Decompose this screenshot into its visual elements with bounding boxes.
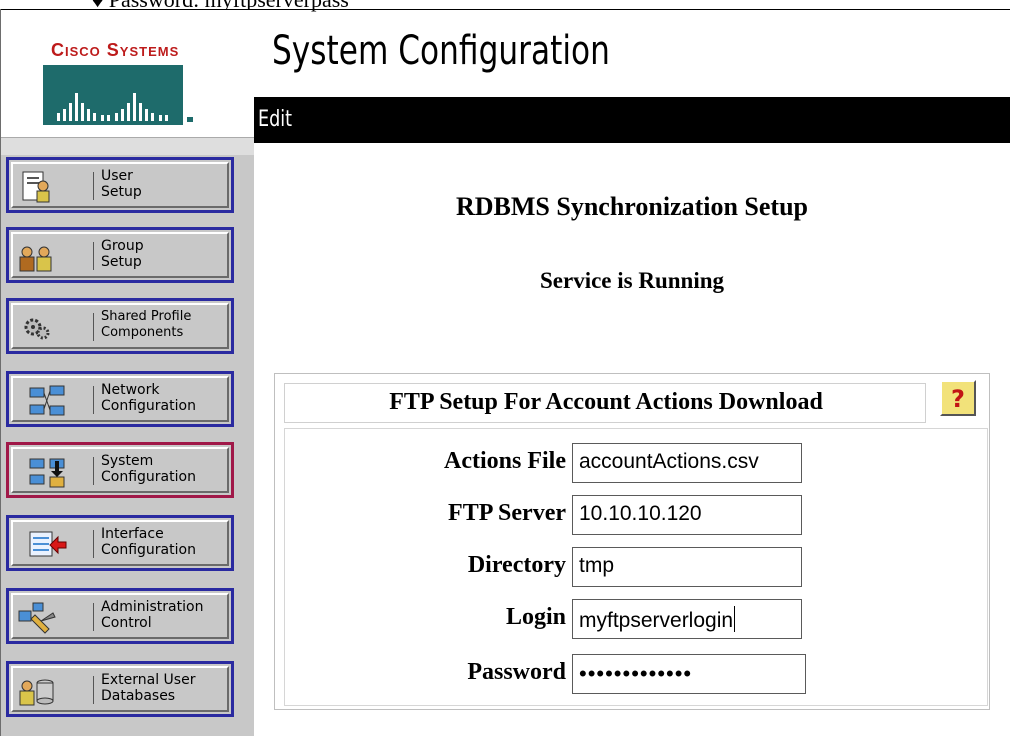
group-setup-icon [19,246,52,272]
text-caret [734,606,736,632]
nav-network-configuration-button[interactable]: Network Configuration [6,371,234,427]
nav-shared-profile-components-button[interactable]: Shared Profile Components [6,298,234,354]
ftp-setup-header: FTP Setup For Account Actions Download [284,383,926,423]
nav-item-label: System Configuration [101,453,196,485]
system-config-icon [29,458,65,488]
user-setup-icon [22,171,50,203]
gears-icon [24,318,50,340]
password-label: Password [467,659,566,685]
nav-item-label: Network Configuration [101,382,196,414]
password-value: ••••••••••••• [579,661,693,686]
ftp-setup-title: FTP Setup For Account Actions Download [389,389,823,415]
nav-external-user-databases-button[interactable]: External User Databases [6,661,234,717]
directory-value: tmp [579,554,615,577]
nav-system-configuration-button[interactable]: System Configuration [6,442,234,498]
administration-icon [18,602,56,634]
cisco-logo-text: Cisco Systems [51,40,180,60]
ftp-server-value: 10.10.10.120 [579,502,702,525]
nav-group-setup-button[interactable]: Group Setup [6,227,234,283]
login-input[interactable]: myftpserverlogin [572,599,802,639]
edit-bar: Edit [254,97,1010,143]
nav-item-label: Group Setup [101,238,144,270]
directory-label: Directory [467,552,566,578]
nav-item-label: External User Databases [101,672,196,704]
service-status-text: Service is Running [539,268,725,293]
interface-config-icon [29,531,67,557]
logo-area: Cisco Systems [1,10,254,137]
logo-separator [1,137,254,155]
network-icon [29,385,65,416]
password-input[interactable]: ••••••••••••• [572,654,806,694]
ftp-server-input[interactable]: 10.10.10.120 [572,495,802,535]
section-title: RDBMS Synchronization Setup [455,192,809,221]
login-label: Login [505,604,566,630]
nav-item-label: Administration Control [101,599,204,631]
actions-file-input[interactable]: accountActions.csv [572,443,802,483]
help-button[interactable]: ? [940,380,976,416]
edit-label: Edit [258,107,293,132]
actions-file-value: accountActions.csv [579,450,759,473]
login-value: myftpserverlogin [579,609,734,632]
nav-item-label: User Setup [101,168,142,200]
directory-input[interactable]: tmp [572,547,802,587]
external-databases-icon [19,679,54,706]
cisco-bridge-logo-icon [43,65,193,125]
nav-user-setup-button[interactable]: User Setup [6,157,234,213]
help-icon: ? [951,385,965,413]
nav-administration-control-button[interactable]: Administration Control [6,588,234,644]
nav-item-label: Interface Configuration [101,526,196,558]
actions-file-label: Actions File [444,448,566,474]
ftp-server-label: FTP Server [448,500,566,526]
nav-item-label: Shared Profile Components [101,309,192,340]
nav-interface-configuration-button[interactable]: Interface Configuration [6,515,234,571]
page-title: System Configuration [272,28,610,74]
